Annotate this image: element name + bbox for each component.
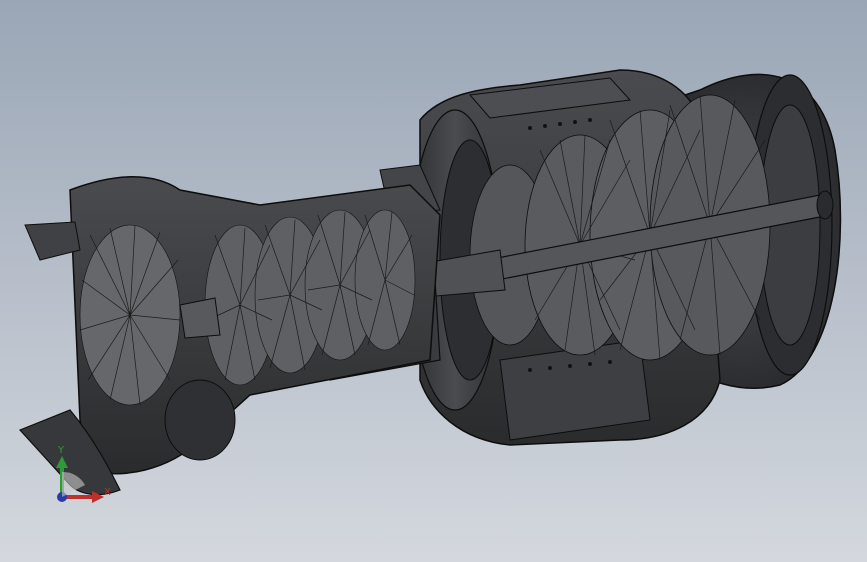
turbojet-engine-cutaway-model[interactable]: Y X [0, 0, 867, 562]
compressor-blades [79, 209, 416, 406]
graphics-viewport[interactable]: Y X [0, 0, 867, 562]
x-axis-label: X [104, 487, 111, 498]
spinner-hub [179, 297, 221, 339]
y-axis-label: Y [57, 445, 65, 456]
